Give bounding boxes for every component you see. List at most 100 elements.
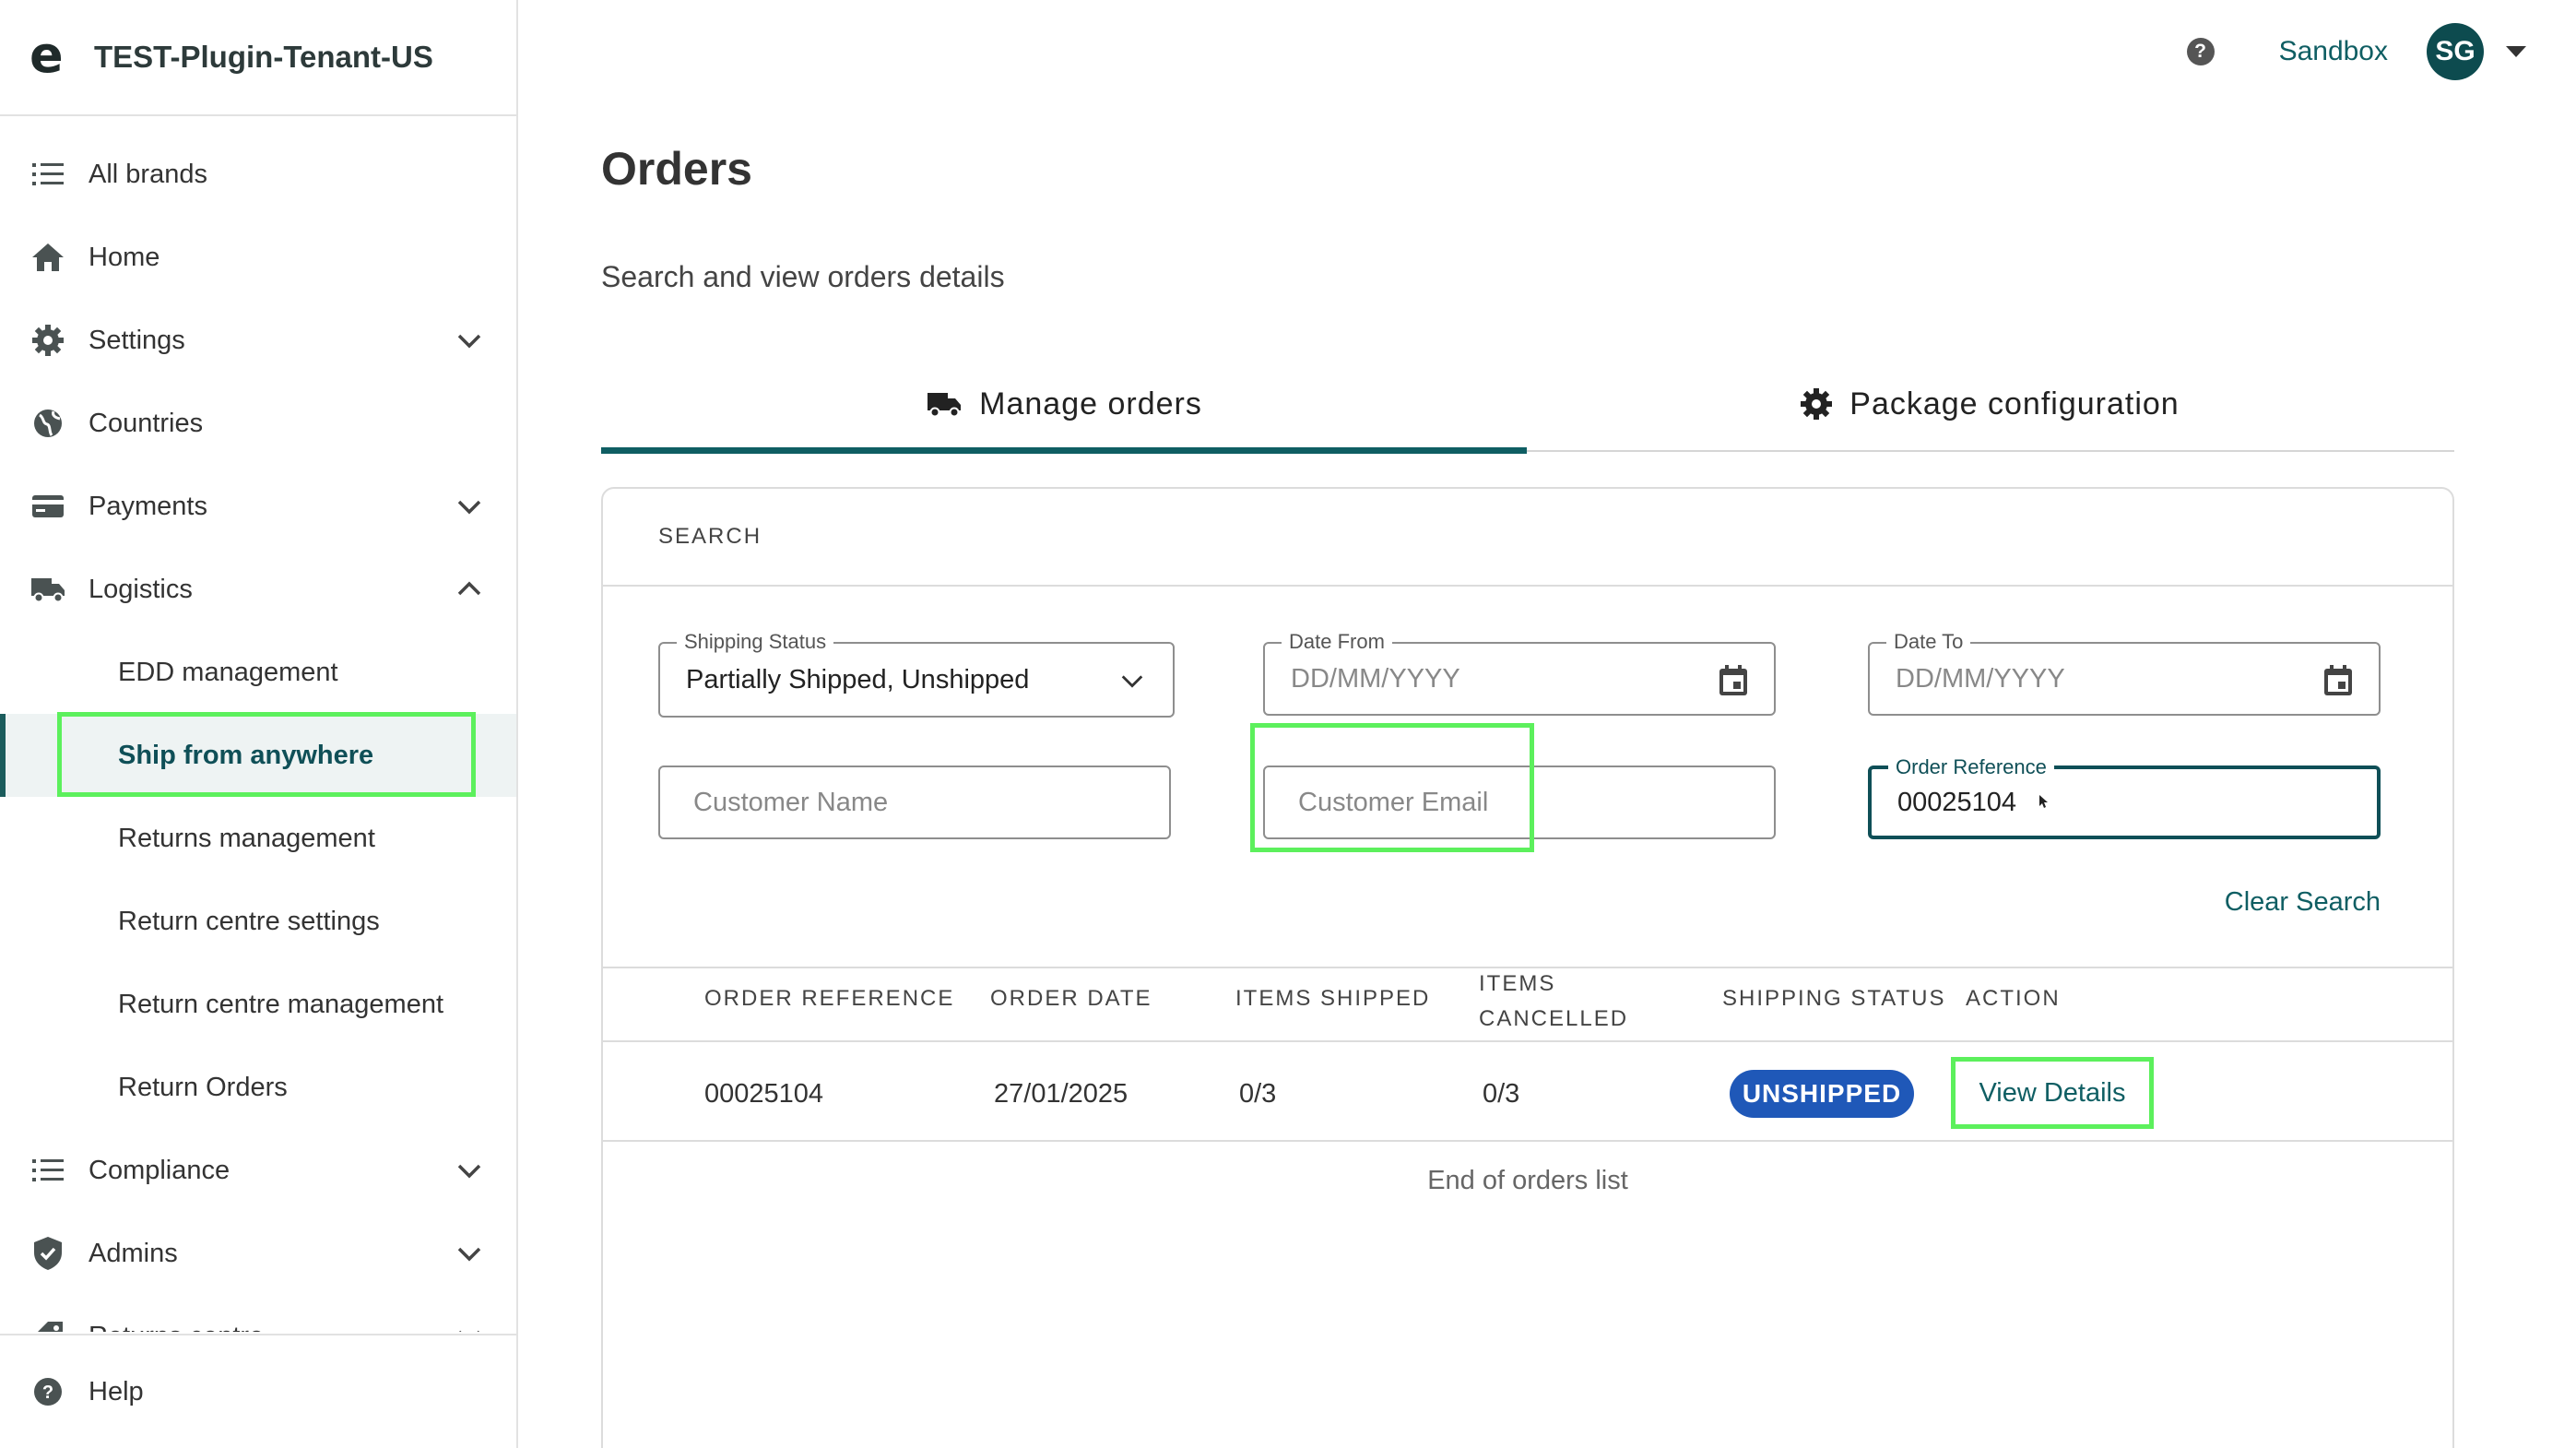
field-label: Date To [1886,630,1971,654]
cell-order-date: 27/01/2025 [994,1079,1128,1109]
order-reference-value: 00025104 [1897,787,2017,817]
chevron-down-icon [457,334,481,349]
sidebar-item-label: Settings [89,325,185,355]
list-icon [30,1152,66,1189]
view-details-button[interactable]: View Details [1951,1057,2154,1129]
status-badge: UNSHIPPED [1730,1070,1914,1118]
sidebar-subitem-label: Ship from anywhere [118,740,374,770]
sidebar-item-payments[interactable]: Payments [0,465,516,548]
sidebar-item-label: Admins [89,1238,178,1268]
calendar-icon[interactable] [1715,662,1752,699]
column-header: SHIPPING STATUS [1722,986,1946,1011]
help-icon[interactable]: ? [2186,38,2215,65]
sidebar-nav: All brands Home Settings Countries Payme… [0,118,516,1332]
sidebar-subitem-label: Return centre management [118,989,444,1019]
column-header: ITEMS CANCELLED [1479,971,1629,1031]
tenant-name: TEST-Plugin-Tenant-US [94,40,433,74]
customer-name-field[interactable]: Customer Name [658,766,1171,839]
sidebar-subitem-ship-from-anywhere[interactable]: Ship from anywhere [0,714,516,797]
search-heading: SEARCH [603,489,2452,587]
page-title: Orders [601,143,752,195]
help-circle-icon: ? [30,1373,66,1410]
chevron-down-icon [457,1164,481,1179]
column-header: ACTION [1966,986,2061,1011]
shipping-status-select[interactable]: Shipping Status Partially Shipped, Unshi… [658,630,1175,718]
tabs: Manage orders Package configuration [601,356,2454,454]
sidebar-item-help[interactable]: ? Help [0,1334,516,1448]
customer-name-placeholder: Customer Name [693,787,889,817]
date-from-field[interactable]: Date From DD/MM/YYYY [1263,630,1776,716]
chevron-down-icon [1114,662,1151,699]
field-label: Order Reference [1888,755,2054,779]
sidebar-subitem-return-centre-settings[interactable]: Return centre settings [0,880,516,963]
column-header: ORDER DATE [990,986,1152,1011]
tenant-header[interactable]: e TEST-Plugin-Tenant-US [0,0,516,116]
truck-icon [30,571,66,608]
shield-icon [30,1235,66,1272]
sidebar-subitem-label: Return Orders [118,1072,288,1102]
date-to-field[interactable]: Date To DD/MM/YYYY [1868,630,2381,716]
mouse-cursor-icon [2039,795,2048,808]
sidebar-item-compliance[interactable]: Compliance [0,1129,516,1212]
column-header: ITEMS SHIPPED [1235,986,1431,1011]
home-icon [30,239,66,276]
tab-label: Manage orders [979,386,1202,421]
help-label: Help [89,1376,144,1406]
truck-icon [926,390,963,418]
field-label: Date From [1282,630,1392,654]
tab-manage-orders[interactable]: Manage orders [601,356,1527,454]
sidebar-item-label: Countries [89,408,204,438]
sidebar-item-returns-centre[interactable]: Returns centre [0,1295,516,1332]
clear-search-link[interactable]: Clear Search [2225,887,2381,918]
table-row: 00025104 27/01/2025 0/3 0/3 UNSHIPPED Vi… [603,1044,2452,1142]
brand-logo: e [30,26,64,84]
sidebar: e TEST-Plugin-Tenant-US All brands Home [0,0,518,1448]
customer-email-field[interactable]: Customer Email [1263,766,1776,839]
tab-package-configuration[interactable]: Package configuration [1527,356,2452,452]
sidebar-subitem-return-orders[interactable]: Return Orders [0,1046,516,1129]
sidebar-item-label: Compliance [89,1155,230,1185]
select-value: Partially Shipped, Unshipped [686,664,1030,694]
date-to-placeholder: DD/MM/YYYY [1896,663,2065,694]
environment-label[interactable]: Sandbox [2279,36,2388,67]
card-icon [30,488,66,525]
avatar[interactable]: SG [2427,23,2484,80]
calendar-icon[interactable] [2320,662,2357,699]
gear-icon [30,322,66,359]
order-reference-field[interactable]: Order Reference 00025104 [1868,755,2381,839]
cell-items-cancelled: 0/3 [1483,1079,1520,1109]
sidebar-item-label: Logistics [89,574,193,604]
svg-text:?: ? [42,1383,53,1403]
sidebar-subitem-return-centre-management[interactable]: Return centre management [0,963,516,1046]
sidebar-subitem-label: Returns management [118,823,375,853]
sidebar-item-label: Returns centre [89,1322,264,1333]
topbar: ? Sandbox SG [520,0,2576,103]
sidebar-subitem-edd-management[interactable]: EDD management [0,631,516,714]
sidebar-item-admins[interactable]: Admins [0,1212,516,1295]
orders-table-header: ORDER REFERENCE ORDER DATE ITEMS SHIPPED… [603,967,2452,1042]
column-header: ORDER REFERENCE [704,986,955,1011]
sidebar-subitem-label: Return centre settings [118,906,380,936]
app-root: e TEST-Plugin-Tenant-US All brands Home [0,0,2576,1448]
sidebar-item-home[interactable]: Home [0,216,516,299]
orders-search-card: SEARCH Shipping Status Partially Shipped… [601,487,2454,1448]
sidebar-item-countries[interactable]: Countries [0,382,516,465]
sidebar-item-settings[interactable]: Settings [0,299,516,382]
sidebar-subitem-label: EDD management [118,657,338,687]
sidebar-item-logistics[interactable]: Logistics [0,548,516,631]
sidebar-item-label: All brands [89,159,207,189]
page-subtitle: Search and view orders details [601,260,1005,293]
field-label: Shipping Status [677,630,834,654]
sidebar-subitem-returns-management[interactable]: Returns management [0,797,516,880]
cell-order-reference: 00025104 [704,1079,824,1109]
chevron-up-icon [457,581,481,596]
customer-email-placeholder: Customer Email [1298,787,1489,817]
gear-icon [1800,387,1833,421]
chevron-down-icon [457,1247,481,1262]
tab-label: Package configuration [1849,386,2180,421]
chevron-down-icon [459,1330,479,1332]
caret-down-icon[interactable] [2506,46,2526,57]
cell-items-shipped: 0/3 [1239,1079,1277,1109]
tag-icon [30,1318,66,1332]
sidebar-item-all-brands[interactable]: All brands [0,133,516,216]
